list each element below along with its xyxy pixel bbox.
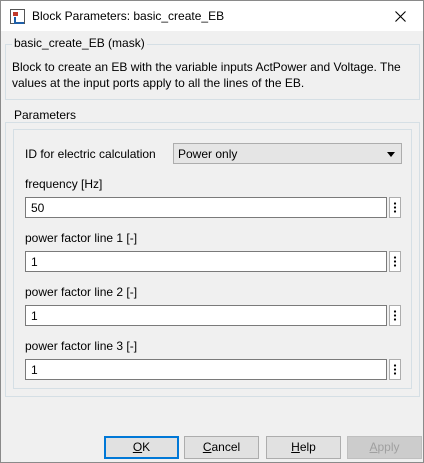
power-factor-line-3-more-button[interactable] <box>389 359 401 380</box>
power-factor-line-1-value: 1 <box>31 255 38 269</box>
cancel-button[interactable]: Cancel <box>184 436 259 459</box>
power-factor-line-1-more-button[interactable] <box>389 251 401 272</box>
power-factor-line-1-field[interactable]: 1 <box>25 251 387 272</box>
id-calc-selected-value: Power only <box>178 147 238 161</box>
power-factor-line-2-label: power factor line 2 [-] <box>25 285 138 299</box>
parameters-group-legend: Parameters <box>12 108 79 122</box>
more-vertical-icon <box>393 310 397 321</box>
block-parameters-icon <box>10 9 25 24</box>
frequency-more-button[interactable] <box>389 197 401 218</box>
power-factor-line-2-value: 1 <box>31 309 38 323</box>
chevron-down-icon <box>387 152 395 157</box>
block-parameters-dialog: Block Parameters: basic_create_EB basic_… <box>0 0 424 463</box>
mask-description: Block to create an EB with the variable … <box>12 60 401 90</box>
cancel-label-rest: ancel <box>211 440 241 454</box>
apply-button[interactable]: Apply <box>347 436 422 459</box>
close-icon <box>395 10 406 22</box>
apply-mnemonic: A <box>369 440 378 454</box>
title-bar[interactable]: Block Parameters: basic_create_EB <box>1 1 423 31</box>
help-mnemonic: H <box>291 440 300 454</box>
power-factor-line-2-field[interactable]: 1 <box>25 305 387 326</box>
id-calc-dropdown[interactable]: Power only <box>173 143 402 164</box>
ok-label-rest: K <box>142 440 151 454</box>
frequency-field[interactable]: 50 <box>25 197 387 218</box>
frequency-value: 50 <box>31 201 45 215</box>
mask-group-legend: basic_create_EB (mask) <box>12 36 147 50</box>
ok-button[interactable]: OK <box>104 436 179 459</box>
more-vertical-icon <box>393 256 397 267</box>
power-factor-line-3-field[interactable]: 1 <box>25 359 387 380</box>
id-calc-label: ID for electric calculation <box>25 147 156 161</box>
help-button[interactable]: Help <box>266 436 341 459</box>
power-factor-line-3-value: 1 <box>31 363 38 377</box>
ok-mnemonic: O <box>132 440 143 454</box>
power-factor-line-2-more-button[interactable] <box>389 305 401 326</box>
close-button[interactable] <box>378 1 423 31</box>
power-factor-line-1-label: power factor line 1 [-] <box>25 231 138 245</box>
frequency-label: frequency [Hz] <box>25 177 103 191</box>
more-vertical-icon <box>393 202 397 213</box>
more-vertical-icon <box>393 364 397 375</box>
help-label-rest: elp <box>299 440 316 454</box>
apply-label-rest: pply <box>377 440 400 454</box>
power-factor-line-3-label: power factor line 3 [-] <box>25 339 138 353</box>
window-title: Block Parameters: basic_create_EB <box>32 9 225 23</box>
